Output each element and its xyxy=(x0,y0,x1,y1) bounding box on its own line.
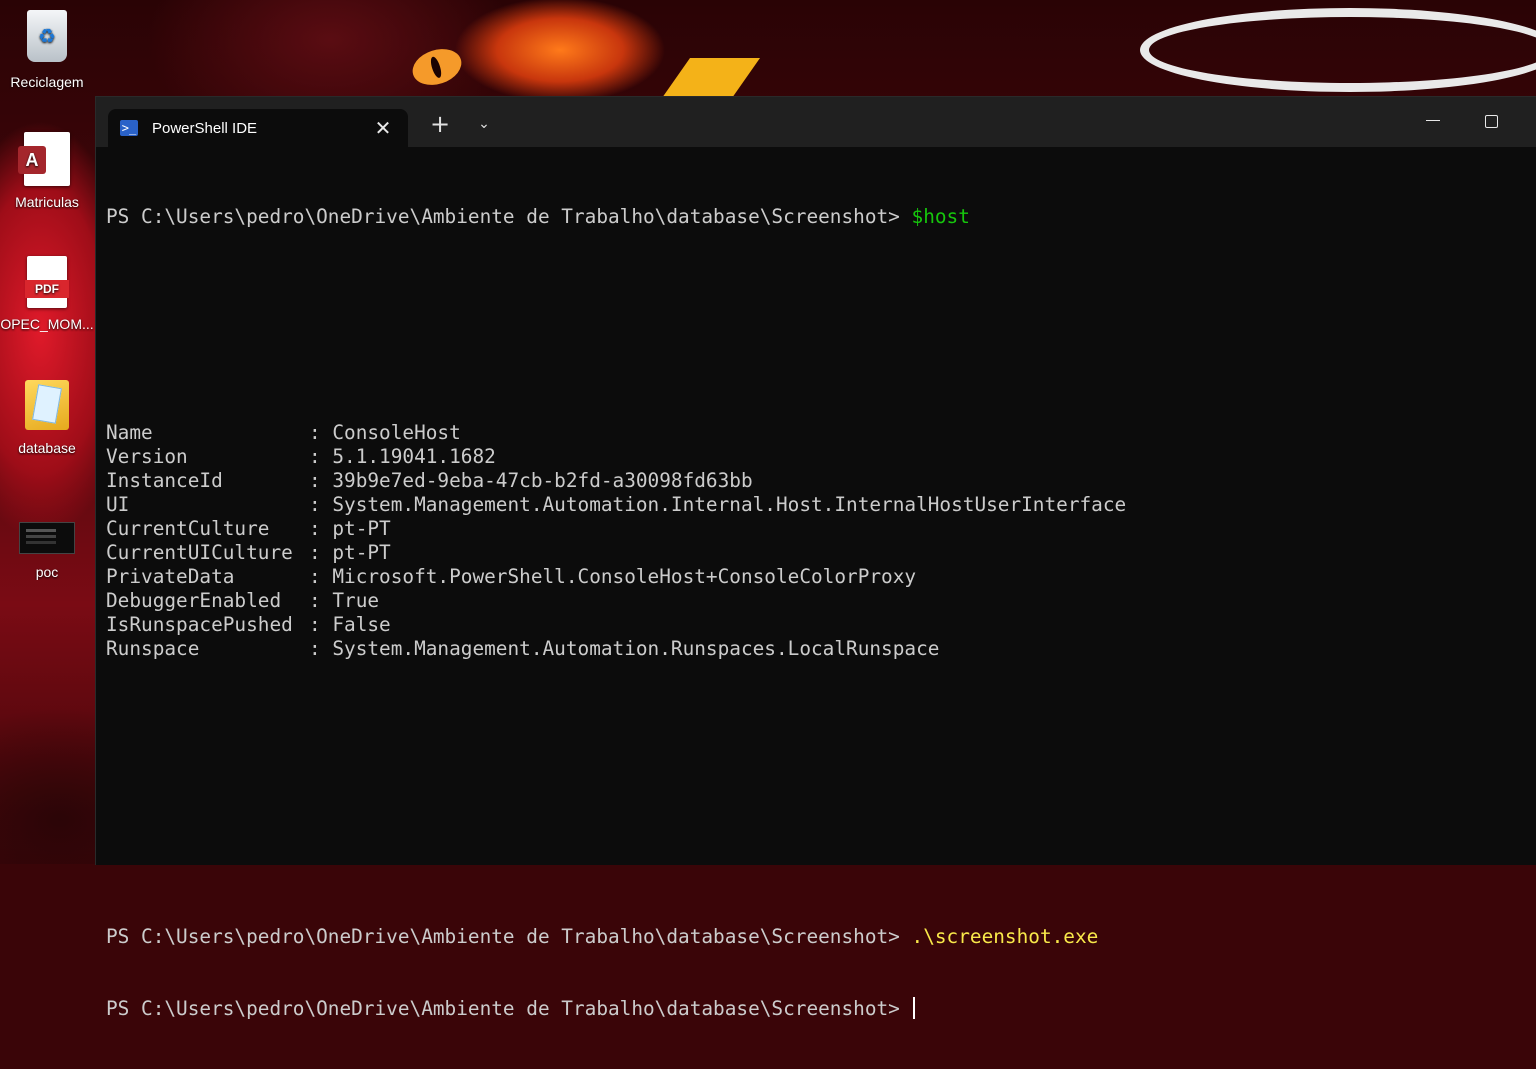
command-text: $host xyxy=(911,205,970,228)
property-value: pt-PT xyxy=(332,517,391,540)
close-tab-icon[interactable]: ✕ xyxy=(372,117,394,139)
terminal-titlebar[interactable]: >_ PowerShell IDE ✕ + ⌄ xyxy=(96,97,1536,147)
console-line: PS C:\Users\pedro\OneDrive\Ambiente de T… xyxy=(106,997,1526,1021)
property-name: IsRunspacePushed xyxy=(106,613,293,636)
property-name: Name xyxy=(106,421,153,444)
desktop-icon-poc[interactable]: poc xyxy=(0,522,94,580)
chevron-down-icon[interactable]: ⌄ xyxy=(467,111,501,137)
property-row: InstanceId: 39b9e7ed-9eba-47cb-b2fd-a300… xyxy=(106,469,1526,493)
console-line: PS C:\Users\pedro\OneDrive\Ambiente de T… xyxy=(106,925,1526,949)
property-row: Version: 5.1.19041.1682 xyxy=(106,445,1526,469)
tab-title: PowerShell IDE xyxy=(152,119,258,137)
property-value: False xyxy=(332,613,391,636)
property-name: DebuggerEnabled xyxy=(106,589,282,612)
access-database-icon: A xyxy=(18,132,70,186)
desktop-icon-label: Reciclagem xyxy=(10,74,84,90)
pdf-file-icon: PDF xyxy=(25,256,69,308)
property-row: CurrentUICulture: pt-PT xyxy=(106,541,1526,565)
console-line: PS C:\Users\pedro\OneDrive\Ambiente de T… xyxy=(106,205,1526,229)
property-row: CurrentCulture: pt-PT xyxy=(106,517,1526,541)
property-name: InstanceId xyxy=(106,469,223,492)
property-name: UI xyxy=(106,493,130,516)
desktop-icon-label: poc xyxy=(35,564,59,580)
minimize-button[interactable] xyxy=(1416,107,1450,135)
property-separator: : xyxy=(309,469,333,492)
property-name: PrivateData xyxy=(106,565,235,588)
property-value: 5.1.19041.1682 xyxy=(332,445,496,468)
property-name: CurrentUICulture xyxy=(106,541,293,564)
desktop-icon-database[interactable]: database xyxy=(0,380,94,456)
property-name: Version xyxy=(106,445,188,468)
wallpaper-ring-shape xyxy=(1140,8,1536,92)
property-value: 39b9e7ed-9eba-47cb-b2fd-a30098fd63bb xyxy=(332,469,753,492)
property-row: PrivateData: Microsoft.PowerShell.Consol… xyxy=(106,565,1526,589)
folder-icon xyxy=(25,380,69,430)
property-separator: : xyxy=(309,493,333,516)
property-value: ConsoleHost xyxy=(332,421,461,444)
property-value: System.Management.Automation.Runspaces.L… xyxy=(332,637,940,660)
property-value: Microsoft.PowerShell.ConsoleHost+Console… xyxy=(332,565,917,588)
property-separator: : xyxy=(309,541,333,564)
tab-powershell-ide[interactable]: >_ PowerShell IDE ✕ xyxy=(108,109,408,147)
property-separator: : xyxy=(309,445,333,468)
desktop-icon-reciclagem[interactable]: Reciclagem xyxy=(0,10,94,90)
property-separator: : xyxy=(309,589,333,612)
property-name: Runspace xyxy=(106,637,200,660)
desktop-icon-label: OPEC_MOM... xyxy=(0,316,94,332)
property-value: System.Management.Automation.Internal.Ho… xyxy=(332,493,1127,516)
prompt-text: PS C:\Users\pedro\OneDrive\Ambiente de T… xyxy=(106,997,912,1020)
property-separator: : xyxy=(309,421,333,444)
property-row: DebuggerEnabled: True xyxy=(106,589,1526,613)
command-text: .\screenshot.exe xyxy=(911,925,1099,948)
desktop-icon-label: Matriculas xyxy=(15,194,79,210)
new-tab-button[interactable]: + xyxy=(423,111,457,137)
property-separator: : xyxy=(309,637,333,660)
terminal-window[interactable]: >_ PowerShell IDE ✕ + ⌄ PS C:\Users\pedr… xyxy=(95,96,1536,1020)
prompt-text: PS C:\Users\pedro\OneDrive\Ambiente de T… xyxy=(106,205,912,228)
property-row: IsRunspacePushed: False xyxy=(106,613,1526,637)
powershell-icon: >_ xyxy=(120,120,138,136)
wallpaper-eye-shape xyxy=(407,43,467,91)
desktop-icon-matriculas[interactable]: A Matriculas xyxy=(0,132,94,210)
text-cursor xyxy=(912,997,915,1019)
recycle-bin-icon xyxy=(27,10,67,62)
desktop-icon-label: database xyxy=(18,440,76,456)
property-separator: : xyxy=(309,565,333,588)
wallpaper-stripe-shape xyxy=(661,58,761,98)
desktop-icon-opec[interactable]: PDF OPEC_MOM... xyxy=(0,256,94,332)
property-name: CurrentCulture xyxy=(106,517,270,540)
property-row: Name: ConsoleHost xyxy=(106,421,1526,445)
maximize-button[interactable] xyxy=(1474,107,1508,135)
console-output[interactable]: PS C:\Users\pedro\OneDrive\Ambiente de T… xyxy=(106,157,1526,1020)
property-value: pt-PT xyxy=(332,541,391,564)
property-separator: : xyxy=(309,517,333,540)
property-value: True xyxy=(332,589,380,612)
image-thumbnail-icon xyxy=(19,522,75,554)
property-separator: : xyxy=(309,613,333,636)
property-row: UI: System.Management.Automation.Interna… xyxy=(106,493,1526,517)
property-row: Runspace: System.Management.Automation.R… xyxy=(106,637,1526,661)
prompt-text: PS C:\Users\pedro\OneDrive\Ambiente de T… xyxy=(106,925,912,948)
